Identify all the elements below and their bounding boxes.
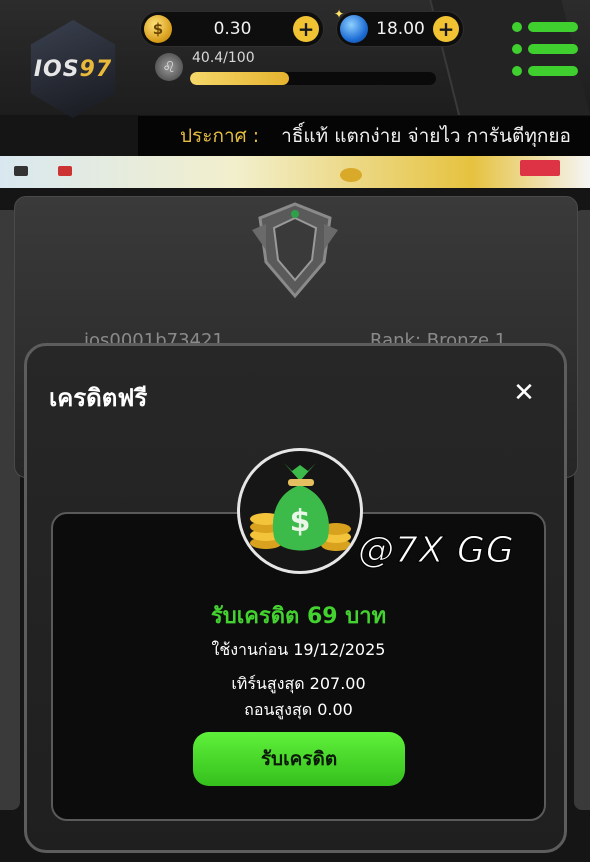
max-turnover: เทิร์นสูงสุด 207.00: [231, 674, 366, 693]
announcement-label: ประกาศ :: [180, 125, 260, 147]
modal-title: เครดิตฟรี: [49, 384, 148, 412]
use-before-date: ใช้งานก่อน 19/12/2025: [211, 640, 386, 659]
add-coin-button[interactable]: +: [293, 16, 319, 42]
free-credit-modal: เครดิตฟรี ✕ $ รับเครดิต 69 บาท ใช้งานก่อ…: [24, 343, 567, 853]
watermark-text: @7X GG: [358, 530, 515, 572]
lion-rank-icon: ♌: [155, 53, 183, 81]
exp-progress-bar: [190, 72, 436, 85]
promo-banner-strip[interactable]: [0, 156, 590, 188]
exp-text: 40.4/100: [192, 50, 255, 66]
menu-icon[interactable]: [512, 22, 578, 78]
app-logo[interactable]: IOS97: [24, 20, 122, 118]
coin-icon: $: [144, 15, 172, 43]
add-gem-button[interactable]: +: [433, 16, 459, 42]
claim-credit-button[interactable]: รับเครดิต: [193, 732, 405, 786]
reward-amount-title: รับเครดิต 69 บาท: [210, 604, 387, 629]
coin-balance-value: 0.30: [213, 19, 252, 39]
close-icon[interactable]: ✕: [509, 378, 539, 408]
gem-balance-value: 18.00: [376, 19, 425, 39]
rank-emblem-icon: [252, 202, 338, 299]
money-bag-icon: $: [237, 448, 363, 574]
announcement-text: าธิ์แท้ แตกง่าย จ่ายไว การันตีทุกยอ: [281, 125, 571, 147]
coin-balance-pill: $ 0.30 +: [140, 11, 324, 47]
exp-progress-fill: [190, 72, 290, 85]
gem-balance-pill: 18.00 +: [334, 7, 464, 47]
gem-icon: [334, 7, 368, 43]
logo-text: IOS97: [33, 56, 113, 82]
max-withdraw: ถอนสูงสุด 0.00: [244, 700, 353, 719]
announcement-bar: ประกาศ : าธิ์แท้ แตกง่าย จ่ายไว การันตีท…: [138, 116, 590, 156]
svg-text:$: $: [290, 504, 311, 539]
